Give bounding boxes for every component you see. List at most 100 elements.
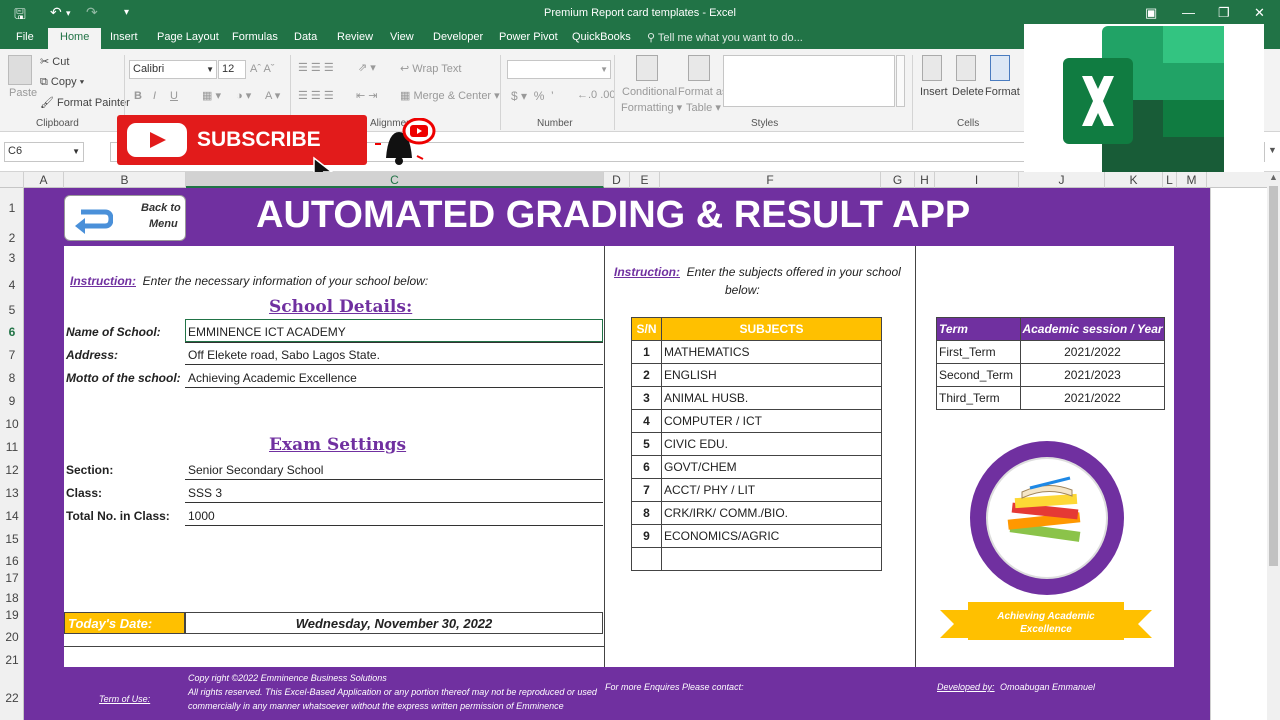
column-header-a[interactable]: A <box>24 172 64 188</box>
column-header-j[interactable]: J <box>1019 172 1105 188</box>
font-size-box[interactable]: 12 <box>218 60 246 79</box>
format-button[interactable]: Format <box>985 86 1020 98</box>
row-header-12[interactable]: 12 <box>0 463 24 477</box>
row-header-11[interactable]: 11 <box>0 440 24 454</box>
subject-sn[interactable]: 7 <box>631 478 662 502</box>
row-header-16[interactable]: 16 <box>0 554 24 568</box>
row-header-7[interactable]: 7 <box>0 348 24 362</box>
format-table-button[interactable]: Format as <box>678 86 728 98</box>
bold-button[interactable]: B <box>134 90 142 102</box>
column-header-f[interactable]: F <box>660 172 881 188</box>
subject-sn[interactable]: 2 <box>631 363 662 387</box>
merge-center-button[interactable]: ▦ Merge & Center ▾ <box>400 89 500 102</box>
format-table-icon[interactable] <box>688 55 710 81</box>
row-header-3[interactable]: 3 <box>0 251 24 265</box>
column-header-l[interactable]: L <box>1163 172 1177 188</box>
subject-name[interactable]: CIVIC EDU. <box>661 432 882 456</box>
cell-styles-gallery[interactable] <box>723 55 895 107</box>
column-header-g[interactable]: G <box>881 172 915 188</box>
subject-sn[interactable]: 6 <box>631 455 662 479</box>
cut-button[interactable]: ✂ Cut <box>40 55 69 68</box>
row-header-2[interactable]: 2 <box>0 231 24 245</box>
tab-quickbooks[interactable]: QuickBooks <box>572 31 631 43</box>
subject-name[interactable]: CRK/IRK/ COMM./BIO. <box>661 501 882 525</box>
indent-icon[interactable]: ⇤ ⇥ <box>356 89 378 102</box>
class-value[interactable]: SSS 3 <box>188 486 222 500</box>
select-all-corner[interactable] <box>0 172 24 188</box>
delete-icon[interactable] <box>956 55 976 81</box>
conditional-formatting-icon[interactable] <box>636 55 658 81</box>
column-header-d[interactable]: D <box>604 172 630 188</box>
orientation-icon[interactable]: ⇗ ▾ <box>358 61 376 74</box>
row-header-17[interactable]: 17 <box>0 571 24 585</box>
conditional-formatting-button[interactable]: Conditional <box>622 86 677 98</box>
tab-insert[interactable]: Insert <box>110 31 138 43</box>
format-painter-button[interactable]: 🖌 Format Painter <box>40 96 130 109</box>
term-name[interactable]: Second_Term <box>936 363 1021 387</box>
close-icon[interactable]: ✕ <box>1254 5 1265 21</box>
currency-icon[interactable]: $ ▾ % ’ <box>511 89 554 103</box>
subject-sn[interactable]: 4 <box>631 409 662 433</box>
decimal-icon[interactable]: ←.0 .00 <box>577 89 616 101</box>
format-icon[interactable] <box>990 55 1010 81</box>
address-value[interactable]: Off Elekete road, Sabo Lagos State. <box>188 348 380 362</box>
column-header-i[interactable]: I <box>935 172 1019 188</box>
paste-button[interactable]: Paste <box>9 87 37 99</box>
term-session[interactable]: 2021/2022 <box>1020 340 1165 364</box>
subject-sn[interactable]: 1 <box>631 340 662 364</box>
tell-me-search[interactable]: ⚲ Tell me what you want to do... <box>647 31 803 44</box>
minimize-icon[interactable]: — <box>1182 5 1195 20</box>
italic-button[interactable]: I <box>153 90 156 102</box>
vertical-scrollbar[interactable]: ▲ <box>1267 172 1280 720</box>
tab-file[interactable]: File <box>16 31 34 43</box>
ribbon-display-icon[interactable]: ▣ <box>1145 5 1157 21</box>
row-header-13[interactable]: 13 <box>0 486 24 500</box>
wrap-text-button[interactable]: ↩ Wrap Text <box>400 62 461 75</box>
number-format-box[interactable]: ▼ <box>507 60 611 79</box>
total-value[interactable]: 1000 <box>188 509 215 523</box>
column-header-m[interactable]: M <box>1177 172 1207 188</box>
row-header-9[interactable]: 9 <box>0 394 24 408</box>
insert-icon[interactable] <box>922 55 942 81</box>
todays-date-cell[interactable]: Wednesday, November 30, 2022 <box>185 612 603 634</box>
copy-button[interactable]: ⧉ Copy ▾ <box>40 76 84 89</box>
tab-developer[interactable]: Developer <box>433 31 483 43</box>
fill-color-icon[interactable]: ◑ ▾ <box>236 89 251 102</box>
tab-home[interactable]: Home <box>48 28 102 49</box>
scroll-up-icon[interactable]: ▲ <box>1269 172 1278 182</box>
motto-value[interactable]: Achieving Academic Excellence <box>188 371 357 385</box>
tab-review[interactable]: Review <box>337 31 373 43</box>
row-header-10[interactable]: 10 <box>0 417 24 431</box>
row-header-8[interactable]: 8 <box>0 371 24 385</box>
row-header-1[interactable]: 1 <box>0 201 24 215</box>
subject-name[interactable]: ENGLISH <box>661 363 882 387</box>
subject-name[interactable]: COMPUTER / ICT <box>661 409 882 433</box>
restore-icon[interactable]: ❐ <box>1218 5 1230 21</box>
expand-formula-icon[interactable]: ▼ <box>1268 145 1277 155</box>
subject-name[interactable]: ACCT/ PHY / LIT <box>661 478 882 502</box>
column-header-c[interactable]: C <box>186 172 604 188</box>
row-header-20[interactable]: 20 <box>0 630 24 644</box>
row-header-19[interactable]: 19 <box>0 608 24 622</box>
row-header-15[interactable]: 15 <box>0 532 24 546</box>
align-top-icon[interactable]: ☰ ☰ ☰ <box>298 61 334 74</box>
borders-icon[interactable]: ▦ ▾ <box>202 89 221 102</box>
subject-sn[interactable] <box>631 547 662 571</box>
delete-button[interactable]: Delete <box>952 86 984 98</box>
term-name[interactable]: Third_Term <box>936 386 1021 410</box>
subject-sn[interactable]: 5 <box>631 432 662 456</box>
tab-page-layout[interactable]: Page Layout <box>157 31 219 43</box>
column-header-k[interactable]: K <box>1105 172 1163 188</box>
section-value[interactable]: Senior Secondary School <box>188 463 323 477</box>
tab-formulas[interactable]: Formulas <box>232 31 278 43</box>
subject-sn[interactable]: 9 <box>631 524 662 548</box>
underline-button[interactable]: U <box>170 90 178 102</box>
subject-sn[interactable]: 3 <box>631 386 662 410</box>
subject-name[interactable]: GOVT/CHEM <box>661 455 882 479</box>
font-color-icon[interactable]: A ▾ <box>265 89 280 102</box>
tab-data[interactable]: Data <box>294 31 317 43</box>
term-name[interactable]: First_Term <box>936 340 1021 364</box>
paste-icon[interactable] <box>8 55 32 85</box>
subject-name[interactable]: MATHEMATICS <box>661 340 882 364</box>
row-header-14[interactable]: 14 <box>0 509 24 523</box>
